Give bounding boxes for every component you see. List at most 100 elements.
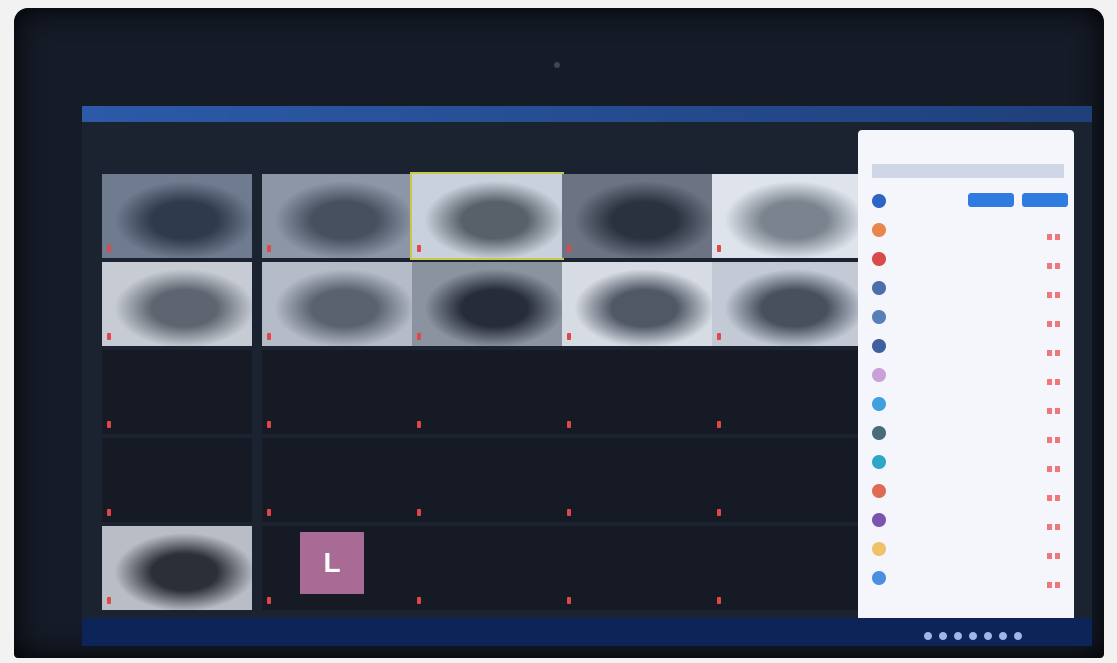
participant-tile[interactable] [262,438,412,522]
participant-avatar-icon [872,455,886,469]
participant-row[interactable] [872,366,1062,386]
participant-tile[interactable] [562,350,712,434]
mic-camera-status-icon [1044,227,1062,240]
mic-camera-status-icon [1044,372,1062,385]
lang-icon[interactable] [984,632,992,640]
participant-tile[interactable] [412,350,562,434]
muted-mic-icon [567,597,571,604]
mic-camera-status-icon [1044,343,1062,356]
more-button[interactable] [1022,193,1068,207]
participant-avatar-icon [872,368,886,382]
participant-tile[interactable] [102,526,252,610]
participant-tile[interactable] [102,350,252,434]
muted-mic-icon [717,509,721,516]
participant-tile[interactable] [102,438,252,522]
participant-tile[interactable] [712,526,862,610]
participant-tile[interactable] [102,262,252,346]
participant-row[interactable] [872,308,1062,328]
mic-camera-status-icon [1044,430,1062,443]
participant-avatar-icon [872,223,886,237]
muted-mic-icon [107,333,111,340]
muted-mic-icon [107,509,111,516]
participant-avatar-icon [872,484,886,498]
participant-avatar-icon [872,426,886,440]
participant-tile[interactable] [562,526,712,610]
participant-avatar-icon [872,252,886,266]
participant-tile[interactable] [562,438,712,522]
participant-avatar-icon [872,513,886,527]
participant-video [102,262,252,346]
participant-avatar-icon [872,571,886,585]
participant-row[interactable] [872,192,1068,212]
participant-tile[interactable] [262,350,412,434]
participant-tile[interactable] [562,174,712,258]
photo-frame: L [0,0,1117,663]
panel-subtitle [872,164,1064,178]
participant-tile[interactable] [412,526,562,610]
volume-icon[interactable] [939,632,947,640]
participants-panel [858,130,1074,638]
muted-mic-icon [567,421,571,428]
participant-row[interactable] [872,540,1062,560]
participant-row[interactable] [872,279,1062,299]
mic-camera-status-icon [1044,575,1062,588]
participant-tile[interactable] [410,172,564,260]
mic-camera-status-icon [1044,314,1062,327]
participant-tile[interactable] [712,262,862,346]
cloud-icon[interactable] [999,632,1007,640]
participant-row[interactable] [872,569,1062,589]
participant-avatar-icon [872,194,886,208]
participant-tile[interactable] [562,262,712,346]
shield-icon[interactable] [1014,632,1022,640]
participant-avatar-icon [872,281,886,295]
muted-mic-icon [567,245,571,252]
battery-icon[interactable] [954,632,962,640]
participant-tile[interactable] [262,262,412,346]
participant-avatar-icon [872,339,886,353]
muted-mic-icon [107,245,111,252]
participant-avatar-icon [872,397,886,411]
muted-mic-icon [567,333,571,340]
participant-row[interactable] [872,453,1062,473]
participant-video [262,262,412,346]
participant-tile[interactable] [712,438,862,522]
participant-video [102,526,252,610]
mic-camera-status-icon [1044,459,1062,472]
muted-mic-icon [717,333,721,340]
participant-tile[interactable] [712,174,862,258]
mic-camera-status-icon [1044,285,1062,298]
muted-mic-icon [267,333,271,340]
participant-video [712,174,862,258]
participant-tile[interactable] [412,262,562,346]
wifi-icon[interactable] [924,632,932,640]
notification-icon[interactable] [969,632,977,640]
muted-mic-icon [107,597,111,604]
participant-video [102,174,252,258]
participant-tile[interactable] [262,174,412,258]
muted-mic-icon [417,333,421,340]
participant-row[interactable] [872,482,1062,502]
unmute-button[interactable] [968,193,1014,207]
participant-row[interactable] [872,511,1062,531]
muted-mic-icon [267,245,271,252]
muted-mic-icon [267,597,271,604]
muted-mic-icon [567,509,571,516]
webcam-icon [554,62,560,68]
participant-row[interactable] [872,250,1062,270]
participant-avatar-icon [872,542,886,556]
muted-mic-icon [417,509,421,516]
muted-mic-icon [417,597,421,604]
participant-tile[interactable]: L [262,526,412,610]
participant-row[interactable] [872,337,1062,357]
participant-tile[interactable] [412,438,562,522]
system-tray [917,627,1022,645]
participant-tile[interactable] [712,350,862,434]
muted-mic-icon [267,509,271,516]
participant-row[interactable] [872,221,1062,241]
muted-mic-icon [717,421,721,428]
muted-mic-icon [107,421,111,428]
participant-row[interactable] [872,424,1062,444]
laptop-screen: L [82,106,1092,646]
participant-row[interactable] [872,395,1062,415]
participant-tile[interactable] [102,174,252,258]
